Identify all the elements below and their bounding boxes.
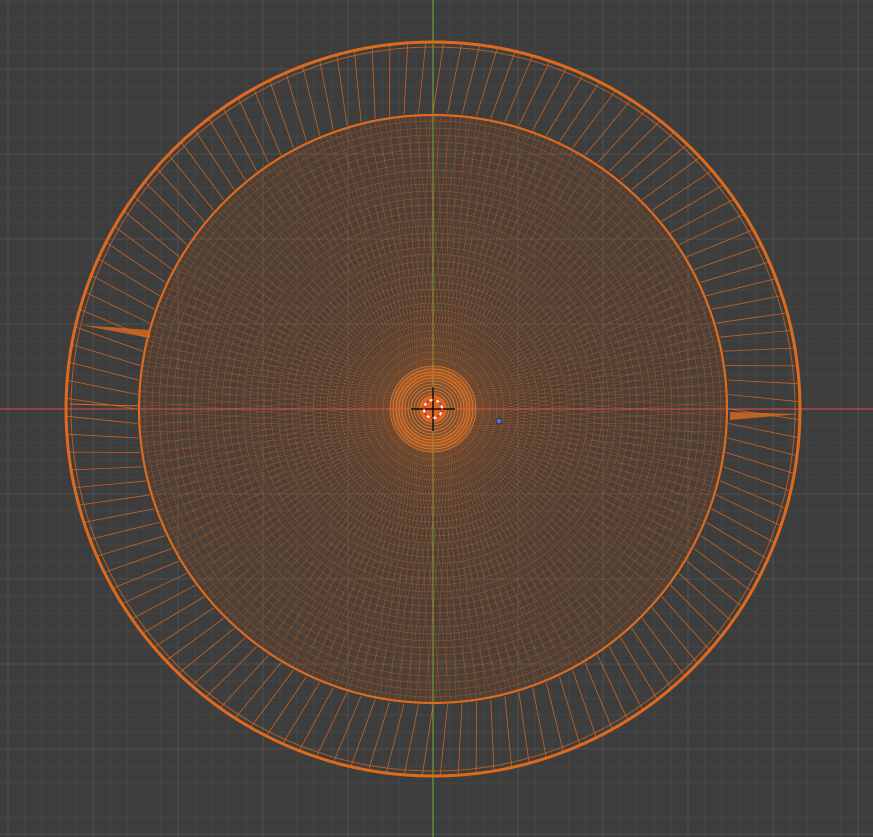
3d-viewport[interactable] xyxy=(0,0,873,837)
object-origin-icon[interactable] xyxy=(495,417,503,425)
